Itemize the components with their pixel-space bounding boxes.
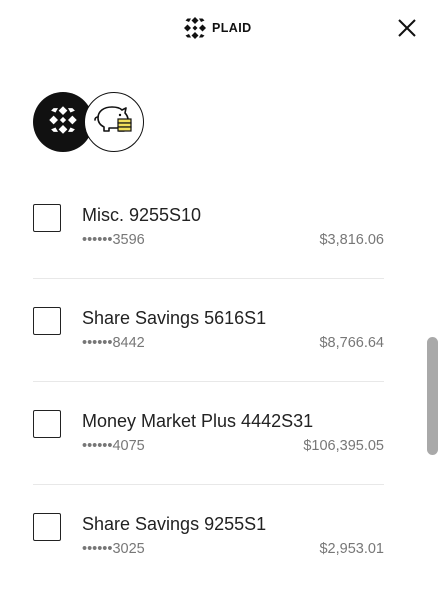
scrollbar-thumb[interactable] (427, 337, 438, 455)
institution-logo-badge (84, 92, 144, 152)
account-row[interactable]: Misc. 9255S10 ••••••3596 $3,816.06 (0, 176, 439, 279)
account-mask: ••••••8442 (82, 335, 145, 351)
account-checkbox[interactable] (33, 513, 61, 541)
account-balance: $3,816.06 (319, 232, 384, 248)
account-checkbox[interactable] (33, 410, 61, 438)
account-name: Share Savings 5616S1 (82, 308, 267, 328)
account-checkbox[interactable] (33, 307, 61, 335)
close-icon[interactable] (396, 17, 418, 39)
brand-name: PLAID (212, 21, 252, 35)
header: PLAID (0, 13, 439, 43)
connection-logos (33, 92, 148, 154)
account-name: Money Market Plus 4442S31 (82, 411, 314, 431)
account-mask: ••••••4075 (82, 438, 145, 454)
account-checkbox[interactable] (33, 204, 61, 232)
account-select-page: PLAID Misc. 9255S10 ••••••3596 $3,816.06… (0, 0, 439, 590)
brand: PLAID (183, 16, 252, 40)
plaid-logo-icon (183, 16, 207, 40)
account-balance: $2,953.01 (319, 541, 384, 557)
account-row[interactable]: Money Market Plus 4442S31 ••••••4075 $10… (0, 382, 439, 485)
piggy-bank-icon (92, 102, 136, 143)
account-balance: $8,766.64 (319, 335, 384, 351)
account-list: Misc. 9255S10 ••••••3596 $3,816.06 Share… (0, 176, 439, 588)
close-button[interactable] (396, 17, 418, 39)
account-mask: ••••••3596 (82, 232, 145, 248)
account-row[interactable]: Share Savings 5616S1 ••••••8442 $8,766.6… (0, 279, 439, 382)
account-row[interactable]: Share Savings 9255S1 ••••••3025 $2,953.0… (0, 485, 439, 588)
account-balance: $106,395.05 (303, 438, 384, 454)
account-name: Share Savings 9255S1 (82, 514, 267, 534)
account-name: Misc. 9255S10 (82, 205, 202, 225)
plaid-logo-icon (48, 105, 78, 140)
account-mask: ••••••3025 (82, 541, 145, 557)
